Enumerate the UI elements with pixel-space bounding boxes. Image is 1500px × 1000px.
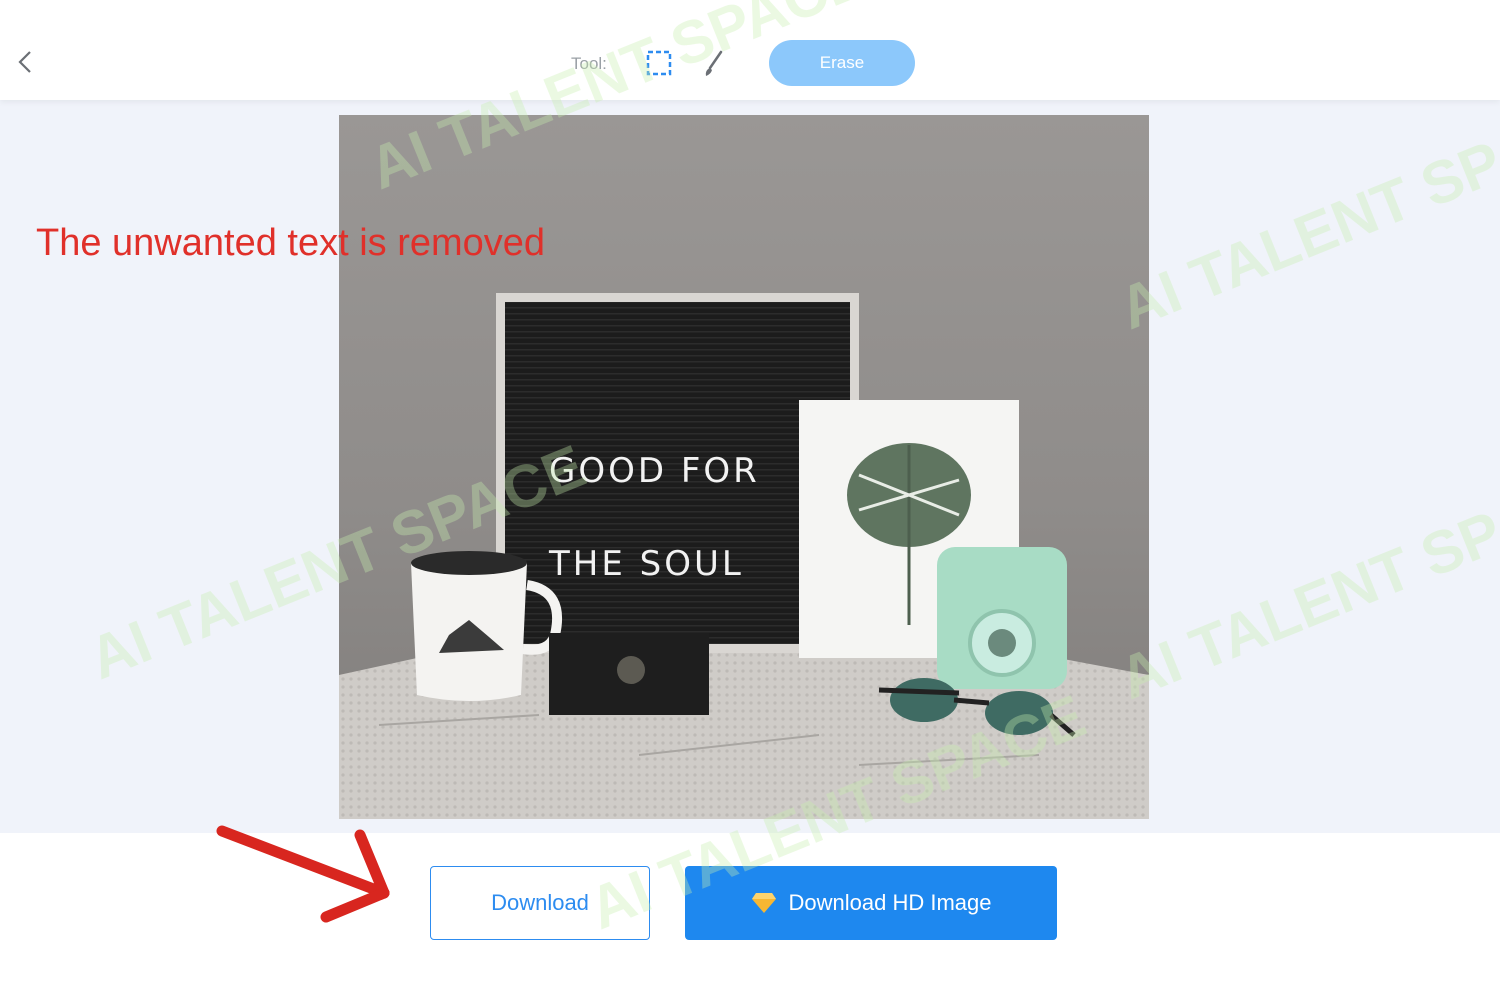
download-button[interactable]: Download [430,866,650,940]
tool-label: Tool: [571,54,607,73]
result-photo: GOOD FOR THE SOUL [339,115,1149,819]
rect-select-icon[interactable] [645,49,673,77]
diamond-icon [751,893,776,913]
top-toolbar: Tool: Erase [0,0,1500,100]
board-text-line1: GOOD FOR [549,451,760,491]
download-hd-button[interactable]: Download HD Image [685,866,1057,940]
download-hd-label: Download HD Image [788,890,992,915]
erase-button[interactable]: Erase [769,40,915,86]
arrow-annotation-icon [216,825,390,923]
editor-canvas: GOOD FOR THE SOUL [0,100,1500,833]
board-text-line2: THE SOUL [548,544,744,584]
annotation-caption: The unwanted text is removed [36,222,546,264]
chevron-left-icon[interactable] [12,46,40,78]
brush-icon[interactable] [700,48,728,80]
